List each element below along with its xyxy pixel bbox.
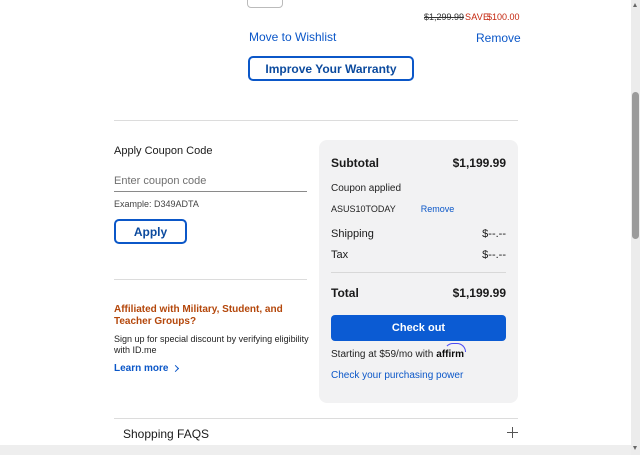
check-purchasing-power-link[interactable]: Check your purchasing power [331,370,463,381]
coupon-code-row: ASUS10TODAY Remove [331,204,506,214]
total-label: Total [331,286,359,300]
section-divider [114,279,307,280]
save-label: SAVE [465,12,490,22]
affiliation-title: Affiliated with Military, Student, and T… [114,304,283,327]
summary-divider [331,272,506,273]
coupon-title: Apply Coupon Code [114,145,213,157]
coupon-applied-row: Coupon applied [331,183,506,194]
coupon-example: Example: D349ADTA [114,199,199,209]
scroll-up-arrow-icon[interactable] [633,3,637,7]
applied-coupon-code: ASUS10TODAY [331,204,396,214]
scroll-down-arrow-icon[interactable] [633,446,637,450]
checkout-button[interactable]: Check out [331,315,506,341]
subtotal-value: $1,199.99 [452,156,506,170]
vertical-scrollbar[interactable] [631,0,640,455]
chevron-right-icon [172,364,180,373]
expand-plus-icon[interactable] [507,427,518,438]
bottom-bar [0,445,632,455]
affirm-financing: Starting at $59/mo with affirm [331,343,467,360]
order-summary: Subtotal $1,199.99 Coupon applied ASUS10… [319,140,518,403]
move-to-wishlist-link[interactable]: Move to Wishlist [249,30,336,44]
affirm-arc-icon [444,343,467,352]
save-amount: $100.00 [487,12,520,22]
affirm-text: Starting at $59/mo with [331,349,434,360]
original-price: $1,299.99 [424,12,465,22]
affirm-logo: affirm [436,343,467,360]
coupon-code-input[interactable] [114,170,307,192]
shipping-row: Shipping $--.-- [331,228,506,240]
shopping-faqs-title[interactable]: Shopping FAQS [123,427,209,441]
shipping-value: $--.-- [482,228,506,240]
quantity-selector-partial[interactable] [247,0,283,8]
subtotal-row: Subtotal $1,199.99 [331,156,506,170]
total-row: Total $1,199.99 [331,286,506,300]
section-divider [114,120,518,121]
improve-warranty-button[interactable]: Improve Your Warranty [248,56,414,81]
shipping-label: Shipping [331,228,374,240]
coupon-applied-label: Coupon applied [331,183,402,194]
total-value: $1,199.99 [452,286,506,300]
section-divider [114,418,518,419]
tax-label: Tax [331,249,349,261]
tax-row: Tax $--.-- [331,249,506,261]
remove-coupon-link[interactable]: Remove [421,204,455,214]
apply-coupon-button[interactable]: Apply [114,219,187,244]
scrollbar-thumb[interactable] [632,92,639,239]
affiliation-description: Sign up for special discount by verifyin… [114,334,309,355]
tax-value: $--.-- [482,249,506,261]
learn-more-link[interactable]: Learn more [114,363,180,374]
subtotal-label: Subtotal [331,156,379,170]
remove-item-link[interactable]: Remove [476,31,521,45]
learn-more-label: Learn more [114,363,169,374]
